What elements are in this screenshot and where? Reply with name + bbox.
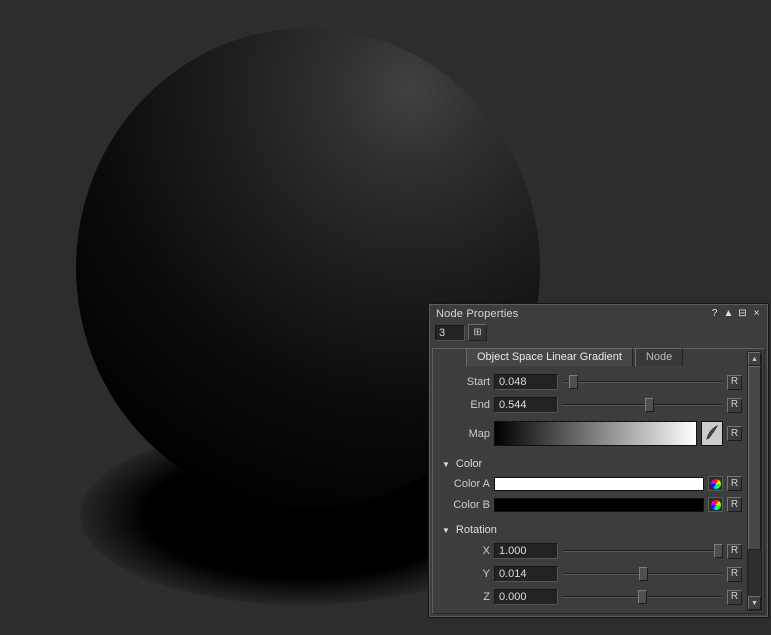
- titlebar-icons: ? ▲ ⊟ ×: [708, 307, 763, 320]
- gradient-edit-button[interactable]: [701, 421, 723, 446]
- start-reset-button[interactable]: R: [727, 375, 742, 390]
- color-wheel-icon: [711, 500, 721, 510]
- end-slider-handle[interactable]: [645, 398, 654, 412]
- rotation-x-slider-handle[interactable]: [714, 544, 723, 558]
- node-properties-panel: Node Properties ? ▲ ⊟ × ⊞ Object Space L…: [428, 303, 769, 618]
- minimize-icon[interactable]: ⊟: [736, 307, 749, 320]
- node-picker-button[interactable]: ⊞: [468, 324, 487, 341]
- rollup-icon[interactable]: ▲: [722, 307, 735, 320]
- start-slider[interactable]: [562, 374, 723, 390]
- scroll-up-button[interactable]: ▲: [748, 352, 761, 366]
- node-selector-row: ⊞: [429, 321, 768, 344]
- end-slider[interactable]: [562, 397, 723, 413]
- tab-object-space-linear-gradient[interactable]: Object Space Linear Gradient: [466, 348, 633, 367]
- map-label: Map: [440, 428, 490, 440]
- end-value-input[interactable]: [494, 397, 558, 413]
- rotation-y-slider[interactable]: [562, 566, 723, 582]
- rotation-z-row: Z R: [440, 589, 742, 605]
- map-row: Map R: [440, 421, 742, 446]
- rotation-z-slider[interactable]: [562, 589, 723, 605]
- arrow-down-icon: ▼: [751, 600, 758, 607]
- color-a-swatch[interactable]: [494, 477, 704, 491]
- rotation-x-slider[interactable]: [562, 543, 723, 559]
- scroll-down-button[interactable]: ▼: [748, 596, 761, 610]
- rotation-x-input[interactable]: [494, 543, 558, 559]
- color-a-row: Color A R: [440, 476, 742, 491]
- scrollbar-thumb[interactable]: [748, 366, 761, 550]
- color-b-picker-button[interactable]: [708, 497, 723, 512]
- start-value-input[interactable]: [494, 374, 558, 390]
- rotation-y-slider-handle[interactable]: [639, 567, 648, 581]
- color-a-picker-button[interactable]: [708, 476, 723, 491]
- rotation-x-label: X: [440, 545, 490, 557]
- slider-track: [563, 404, 722, 406]
- gradient-map-strip[interactable]: [494, 421, 697, 446]
- start-row: Start R: [440, 374, 742, 390]
- slider-track: [563, 550, 722, 552]
- panel-titlebar[interactable]: Node Properties ? ▲ ⊟ ×: [429, 304, 768, 321]
- rotation-z-label: Z: [440, 591, 490, 603]
- rotation-y-input[interactable]: [494, 566, 558, 582]
- scrollbar-track[interactable]: [748, 366, 761, 596]
- rotation-section-label: Rotation: [456, 524, 497, 536]
- rotation-z-input[interactable]: [494, 589, 558, 605]
- color-section-label: Color: [456, 458, 482, 470]
- grid-icon: ⊞: [473, 327, 481, 338]
- tab-node[interactable]: Node: [635, 348, 683, 367]
- color-section-header[interactable]: ▼ Color: [442, 458, 742, 470]
- tab-bar: Object Space Linear Gradient Node: [466, 348, 742, 367]
- end-row: End R: [440, 397, 742, 413]
- rotation-x-row: X R: [440, 543, 742, 559]
- rotation-z-slider-handle[interactable]: [638, 590, 647, 604]
- rotation-y-reset-button[interactable]: R: [727, 567, 742, 582]
- start-label: Start: [440, 376, 490, 388]
- color-b-reset-button[interactable]: R: [727, 497, 742, 512]
- color-a-label: Color A: [440, 478, 490, 490]
- panel-scrollbar[interactable]: ▲ ▼: [747, 351, 762, 611]
- panel-title: Node Properties: [436, 308, 708, 320]
- rotation-z-reset-button[interactable]: R: [727, 590, 742, 605]
- color-a-reset-button[interactable]: R: [727, 476, 742, 491]
- collapse-arrow-icon: ▼: [442, 526, 450, 535]
- help-icon[interactable]: ?: [708, 307, 721, 320]
- start-slider-handle[interactable]: [569, 375, 578, 389]
- rotation-y-row: Y R: [440, 566, 742, 582]
- slider-track: [563, 381, 722, 383]
- end-reset-button[interactable]: R: [727, 398, 742, 413]
- node-index-input[interactable]: [435, 325, 465, 341]
- rotation-y-label: Y: [440, 568, 490, 580]
- properties-content: Object Space Linear Gradient Node Start …: [432, 348, 765, 614]
- color-b-label: Color B: [440, 499, 490, 511]
- end-label: End: [440, 399, 490, 411]
- collapse-arrow-icon: ▼: [442, 460, 450, 469]
- map-reset-button[interactable]: R: [727, 426, 742, 441]
- close-icon[interactable]: ×: [750, 307, 763, 320]
- arrow-up-icon: ▲: [751, 356, 758, 363]
- gradient-edit-icon: [705, 424, 719, 444]
- rotation-x-reset-button[interactable]: R: [727, 544, 742, 559]
- rotation-section-header[interactable]: ▼ Rotation: [442, 524, 742, 536]
- color-b-row: Color B R: [440, 497, 742, 512]
- color-wheel-icon: [711, 479, 721, 489]
- color-b-swatch[interactable]: [494, 498, 704, 512]
